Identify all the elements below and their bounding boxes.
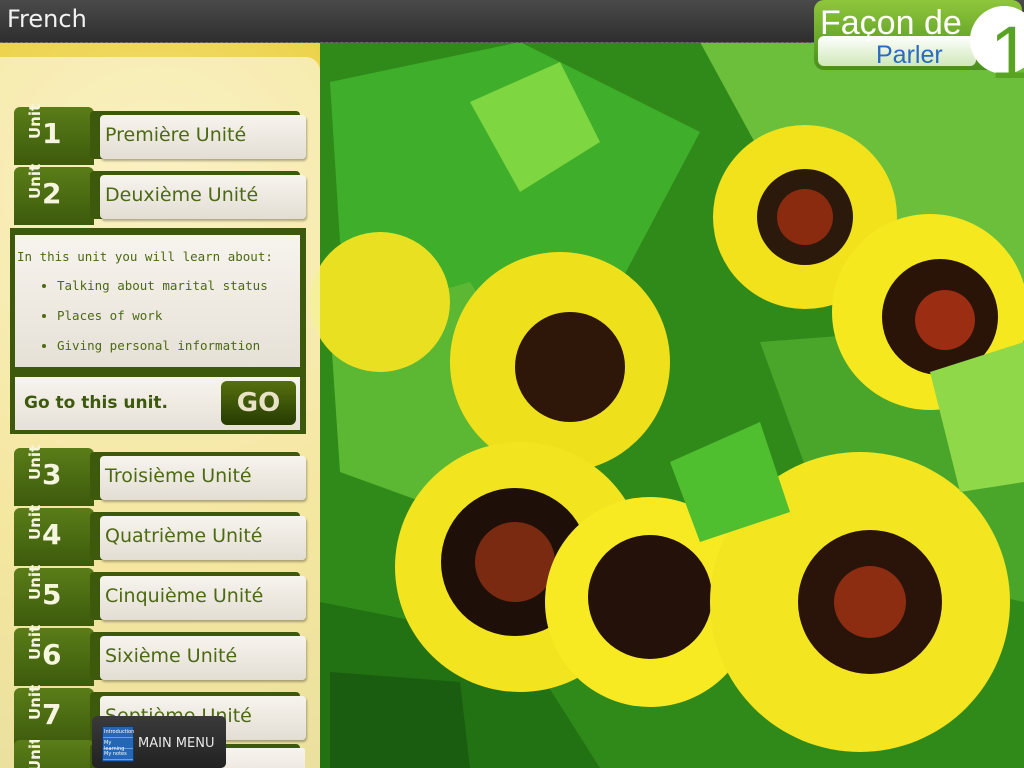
unit-6-button[interactable]: Sixième Unité: [100, 636, 306, 680]
logo-line2: Parler: [876, 41, 943, 69]
unit-tab: Unit 2: [14, 164, 94, 225]
thumbnail-item: My learning: [103, 738, 133, 752]
main-menu-button[interactable]: Introduction My learning My notes MAIN M…: [92, 716, 226, 768]
unit-4-button[interactable]: Quatrième Unité: [100, 516, 306, 560]
unit-number: 2: [42, 177, 62, 210]
unit-tab: Unit 1: [14, 104, 94, 165]
unit-description: In this unit you will learn about: Talki…: [15, 235, 300, 367]
unit-tab: Unit 7: [14, 685, 94, 746]
go-to-unit-label: Go to this unit.: [24, 393, 168, 413]
unit-tab: Unit: [14, 740, 94, 768]
unit-number: 3: [42, 458, 62, 491]
logo-line1: Façon de: [820, 4, 962, 42]
unit-row-5[interactable]: Unit 5 Cinquième Unité: [10, 565, 306, 626]
description-intro: In this unit you will learn about:: [17, 249, 273, 264]
unit-number: 7: [42, 698, 62, 731]
unit-row-4[interactable]: Unit 4 Quatrième Unité: [10, 505, 306, 566]
unit-tab: Unit 6: [14, 625, 94, 686]
unit-2-button[interactable]: Deuxième Unité: [100, 175, 306, 219]
app-title: French: [7, 5, 87, 33]
topic-item: Giving personal information: [57, 331, 268, 361]
logo-number: 1: [990, 11, 1024, 82]
unit-number: 6: [42, 638, 62, 671]
topic-item: Talking about marital status: [57, 271, 268, 301]
go-button[interactable]: GO: [221, 381, 296, 425]
main-menu-thumbnail-icon: Introduction My learning My notes: [102, 726, 134, 762]
thumbnail-item: My notes: [103, 749, 133, 760]
unit-tab: Unit 3: [14, 445, 94, 506]
unit-word: Unit: [26, 740, 44, 768]
unit-tab: Unit 4: [14, 505, 94, 566]
unit-number: 4: [42, 518, 62, 551]
unit-detail-panel: In this unit you will learn about: Talki…: [10, 228, 306, 434]
unit-number: 5: [42, 578, 62, 611]
unit-row-6[interactable]: Unit 6 Sixième Unité: [10, 625, 306, 686]
facon-de-parler-logo: Façon de Parler 1: [814, 0, 1024, 82]
thumbnail-item: Introduction: [103, 727, 134, 738]
unit-row-2[interactable]: Unit 2 Deuxième Unité: [10, 164, 306, 225]
unit-5-button[interactable]: Cinquième Unité: [100, 576, 306, 620]
topic-item: Places of work: [57, 301, 268, 331]
unit-tab: Unit 5: [14, 565, 94, 626]
main-menu-label: MAIN MENU: [138, 736, 215, 751]
sunflower-3: [450, 252, 670, 472]
unit-number: 1: [42, 117, 62, 150]
unit-1-button[interactable]: Première Unité: [100, 115, 306, 159]
unit-row-1[interactable]: Unit 1 Première Unité: [10, 104, 306, 165]
unit-row-3[interactable]: Unit 3 Troisième Unité: [10, 445, 306, 506]
go-to-unit-box: Go to this unit. GO: [15, 377, 300, 430]
topic-list: Talking about marital status Places of w…: [15, 271, 268, 361]
unit-3-button[interactable]: Troisième Unité: [100, 456, 306, 500]
